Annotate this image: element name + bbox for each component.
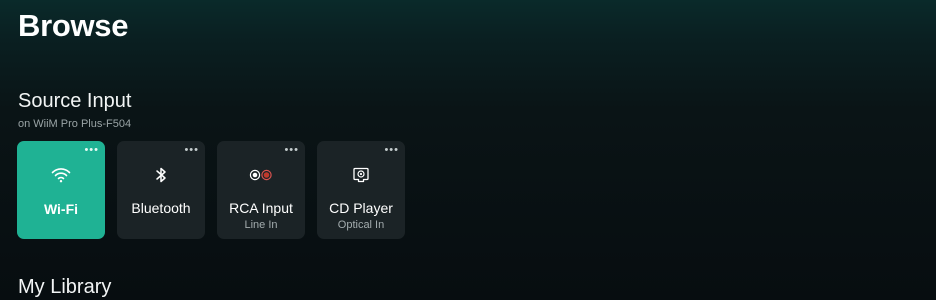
- wifi-icon: [17, 165, 105, 185]
- source-label: CD Player: [329, 200, 393, 216]
- source-label: Wi-Fi: [43, 201, 79, 217]
- source-card-bluetooth[interactable]: ••• Bluetooth: [117, 141, 205, 239]
- source-card-rca-input[interactable]: ••• RCA Input Line In: [217, 141, 305, 239]
- more-options-icon[interactable]: •••: [384, 145, 399, 156]
- page-title: Browse: [18, 8, 129, 43]
- more-options-icon[interactable]: •••: [184, 145, 199, 156]
- more-options-icon[interactable]: •••: [84, 145, 99, 156]
- source-label: RCA Input: [229, 200, 293, 216]
- rca-icon: [217, 165, 305, 185]
- source-card-cd-player[interactable]: ••• CD Player Optical In: [317, 141, 405, 239]
- more-options-icon[interactable]: •••: [284, 145, 299, 156]
- source-card-wifi[interactable]: ••• Wi-Fi: [17, 141, 105, 239]
- device-name: on WiiM Pro Plus-F504: [18, 118, 132, 130]
- bluetooth-icon: [117, 165, 205, 185]
- source-sublabel: Optical In: [337, 219, 385, 231]
- source-input-list: ••• Wi-Fi ••• Bluetooth ••• RCA Input Li…: [17, 141, 405, 239]
- my-library-heading: My Library: [18, 276, 112, 298]
- source-input-heading: Source Input: [18, 90, 132, 112]
- source-sublabel: Line In: [244, 219, 278, 231]
- optical-icon: [317, 165, 405, 185]
- source-label: Bluetooth: [131, 200, 191, 216]
